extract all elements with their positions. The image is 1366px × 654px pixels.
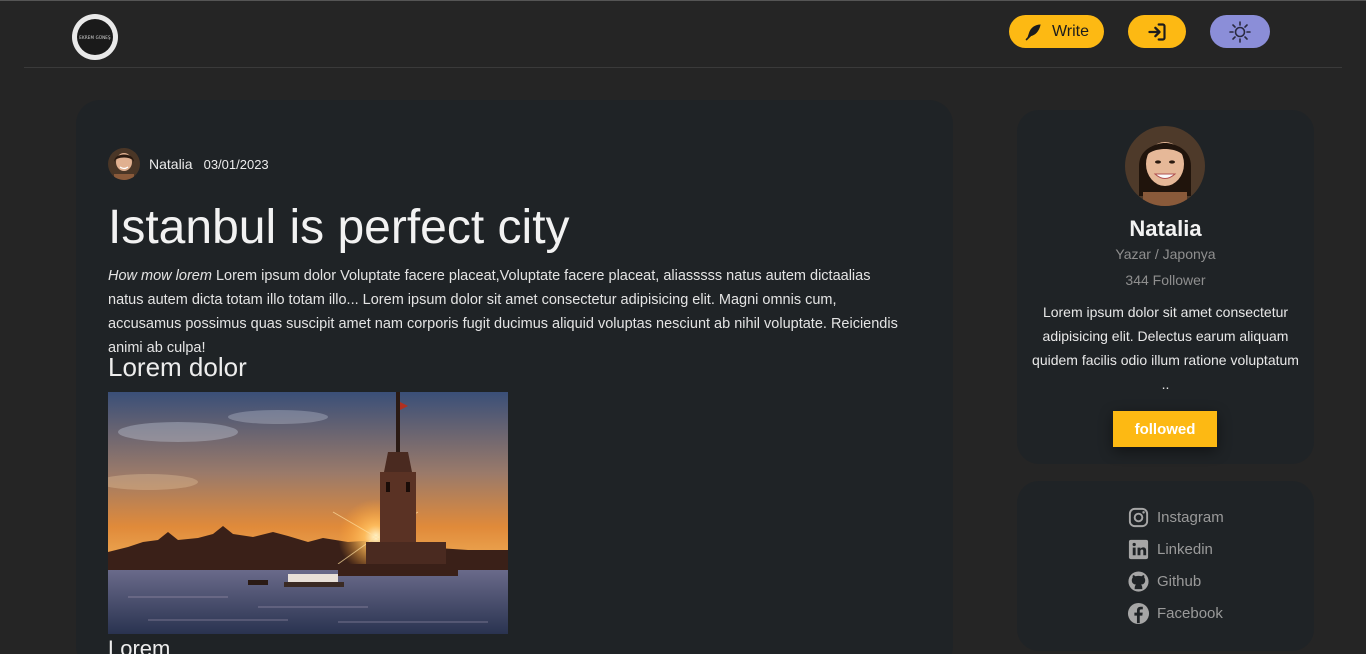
social-link-linkedin[interactable]: Linkedin [1127,538,1213,561]
profile-avatar-image [1125,126,1205,206]
linkedin-label: Linkedin [1157,541,1213,558]
profile-role: Yazar / Japonya [1115,246,1216,262]
social-link-facebook[interactable]: Facebook [1127,602,1223,625]
article-body-text: Lorem ipsum dolor Voluptate facere place… [108,268,898,356]
social-link-github[interactable]: Github [1127,570,1201,593]
login-button[interactable] [1128,15,1186,48]
social-links-card: Instagram Linkedin Github Facebook [1017,481,1314,651]
logo-text: EKREM GÜNEŞ [77,19,113,55]
github-label: Github [1157,573,1202,590]
article-subheading: Lorem dolor [108,352,247,382]
instagram-icon [1128,507,1149,528]
article-meta: Natalia 03/01/2023 [108,148,269,180]
article-subheading-2: Lorem [108,636,171,654]
author-avatar-image [108,148,140,180]
profile-avatar[interactable] [1125,126,1205,206]
profile-followers: 344 Follower [1125,272,1206,288]
follow-button[interactable]: followed [1113,411,1217,447]
instagram-label: Instagram [1157,509,1224,526]
article-body: How mow lorem Lorem ipsum dolor Voluptat… [108,264,908,360]
theme-toggle-button[interactable] [1210,15,1270,48]
sun-moon-icon [1229,20,1251,43]
article-card: Natalia 03/01/2023 Istanbul is perfect c… [76,100,953,654]
facebook-icon [1127,602,1150,625]
site-header: EKREM GÜNEŞ Write [24,1,1342,68]
profile-bio: Lorem ipsum dolor sit amet consectetur a… [1032,304,1299,392]
article-title: Istanbul is perfect city [108,201,570,254]
write-button[interactable]: Write [1009,15,1104,48]
post-date: 03/01/2023 [203,156,269,172]
feather-icon [1025,24,1041,40]
site-logo[interactable]: EKREM GÜNEŞ [72,14,118,60]
facebook-label: Facebook [1157,605,1223,622]
author-avatar[interactable] [108,148,140,180]
article-image [108,392,508,634]
social-link-instagram[interactable]: Instagram [1127,506,1224,529]
profile-card: Natalia Yazar / Japonya 344 Follower Lor… [1017,110,1314,464]
profile-name: Natalia [1129,216,1202,241]
article-intro-italic: How mow lorem [108,268,212,284]
write-label: Write [1051,22,1090,40]
author-name[interactable]: Natalia [149,156,193,172]
linkedin-icon [1128,539,1149,560]
sign-in-icon [1148,22,1166,41]
github-icon [1128,571,1149,592]
